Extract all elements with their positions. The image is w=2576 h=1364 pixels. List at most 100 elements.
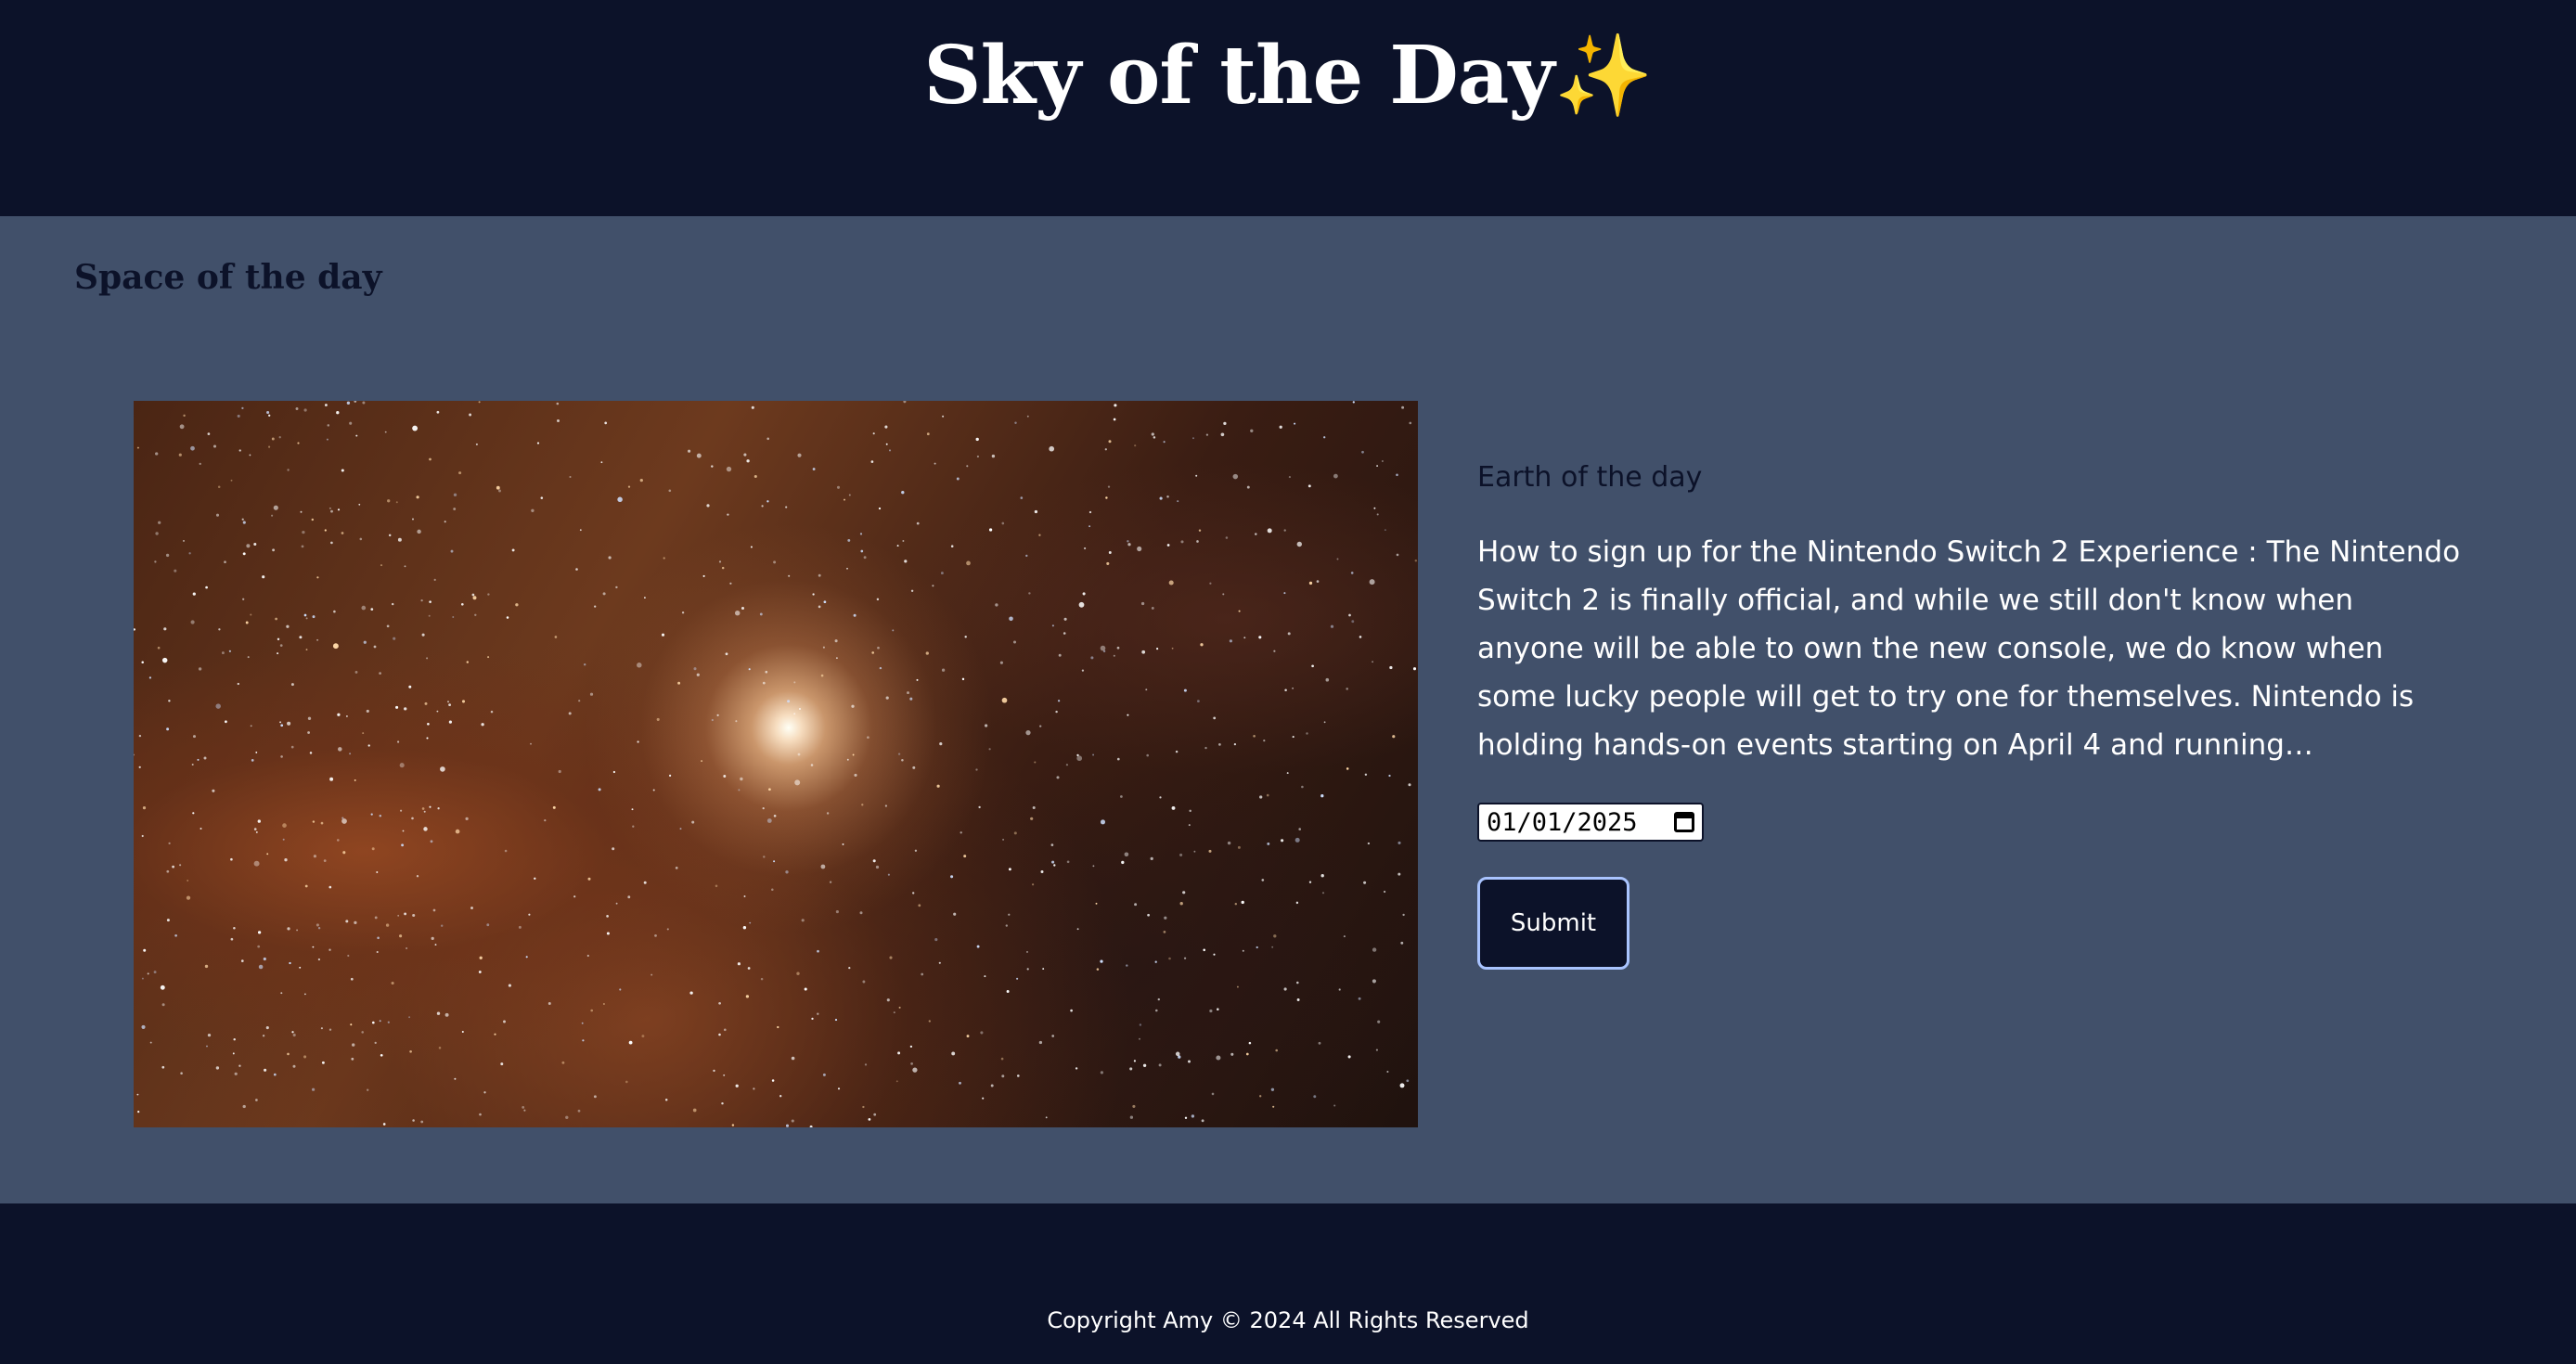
star <box>337 508 341 511</box>
star <box>466 661 469 663</box>
star <box>242 1104 246 1109</box>
submit-button[interactable]: Submit <box>1477 877 1629 970</box>
star <box>1348 613 1351 617</box>
star <box>1372 661 1374 663</box>
star <box>1056 776 1060 779</box>
star <box>1032 883 1035 886</box>
star <box>136 446 139 449</box>
star <box>1012 640 1017 644</box>
star <box>238 1064 241 1067</box>
star <box>1256 946 1258 949</box>
star <box>1223 421 1227 426</box>
star <box>1055 710 1058 714</box>
star <box>1105 496 1108 499</box>
star <box>909 697 913 701</box>
star <box>330 509 333 513</box>
star <box>692 1108 697 1113</box>
star <box>934 462 936 465</box>
star <box>528 913 531 916</box>
star <box>643 881 647 884</box>
star <box>328 948 331 951</box>
star <box>950 545 954 547</box>
star <box>316 923 319 927</box>
star <box>518 925 522 929</box>
date-input[interactable]: 01/01/2025 <box>1477 803 1704 842</box>
star <box>1163 441 1166 444</box>
star <box>573 895 576 898</box>
star <box>1081 669 1085 672</box>
star <box>729 582 732 585</box>
star <box>273 1073 277 1076</box>
star <box>1133 1060 1137 1062</box>
star <box>417 529 421 534</box>
star <box>440 924 444 927</box>
star <box>304 884 308 888</box>
star <box>224 560 226 564</box>
star <box>688 449 691 453</box>
star <box>1211 1092 1215 1096</box>
star <box>1166 495 1169 498</box>
star <box>379 1020 381 1023</box>
star <box>237 682 239 686</box>
star <box>523 1109 526 1112</box>
star <box>225 720 227 724</box>
star <box>461 700 466 703</box>
star <box>388 534 392 537</box>
star <box>1129 1115 1134 1119</box>
star <box>153 971 157 974</box>
star <box>323 859 327 862</box>
star <box>1127 714 1129 716</box>
site-title: Sky of the Day✨ <box>0 20 2576 132</box>
star <box>406 947 408 949</box>
star <box>1295 901 1299 905</box>
star <box>1058 653 1062 657</box>
star <box>1381 460 1384 462</box>
star <box>956 477 960 481</box>
star <box>1237 845 1241 849</box>
star <box>910 589 914 593</box>
star <box>1154 960 1157 963</box>
star <box>263 957 266 961</box>
star <box>1245 1052 1249 1056</box>
star <box>951 1051 956 1056</box>
star <box>1392 735 1396 739</box>
star <box>472 596 477 600</box>
star <box>788 574 791 577</box>
star <box>487 656 490 659</box>
star <box>836 485 841 489</box>
star <box>1376 513 1379 516</box>
star <box>213 444 217 448</box>
star <box>408 1016 411 1019</box>
star <box>143 948 147 952</box>
star <box>190 445 195 451</box>
star <box>844 498 845 501</box>
star <box>751 405 754 409</box>
star <box>691 820 695 824</box>
star <box>455 829 460 834</box>
star <box>771 888 774 891</box>
star <box>963 855 967 858</box>
star <box>1283 592 1286 595</box>
star <box>1296 981 1299 984</box>
star <box>320 1027 323 1030</box>
star <box>711 465 714 468</box>
star <box>666 928 669 931</box>
star <box>1205 433 1209 436</box>
star <box>1092 865 1095 868</box>
star <box>332 643 339 650</box>
star <box>953 912 957 916</box>
star <box>1051 860 1055 864</box>
star <box>734 610 741 616</box>
star <box>1038 534 1041 536</box>
star <box>982 1097 985 1100</box>
star <box>1193 850 1196 853</box>
calendar-icon[interactable] <box>1674 812 1694 832</box>
star <box>797 753 801 756</box>
star <box>966 465 969 468</box>
star <box>759 612 763 616</box>
star <box>1376 465 1379 468</box>
star <box>1076 755 1083 762</box>
star <box>1396 553 1399 557</box>
star <box>679 828 682 830</box>
star <box>1292 736 1294 739</box>
